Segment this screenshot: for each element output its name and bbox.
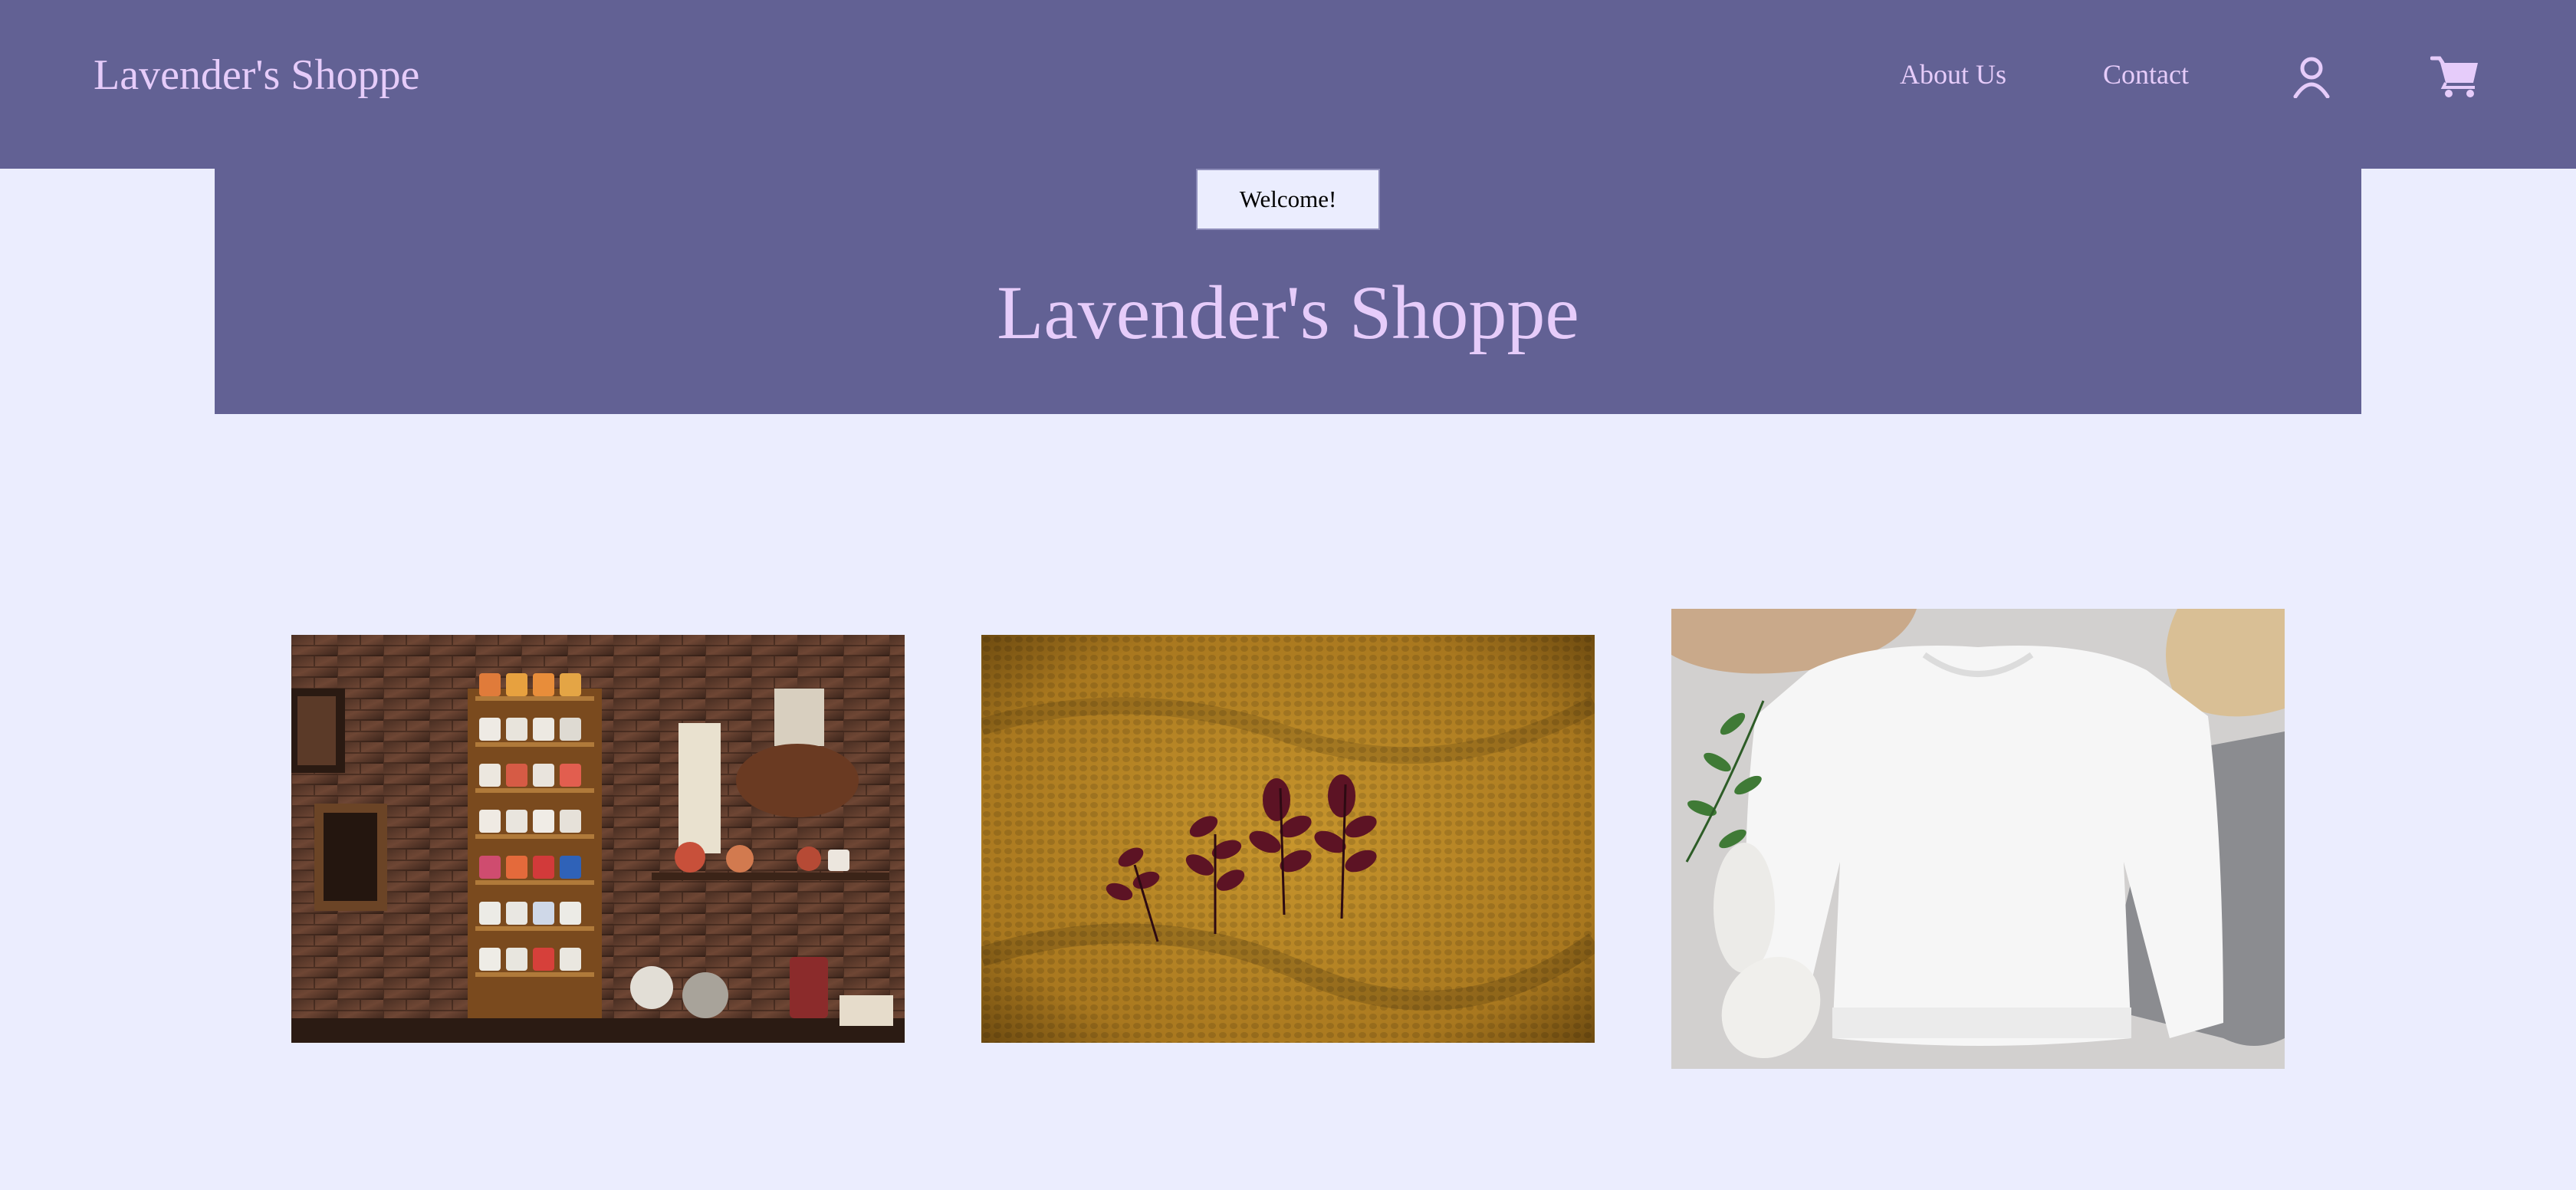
white-sweatshirt-flatlay-photo[interactable] [1671,609,2285,1069]
nav-about-us-link[interactable]: About Us [1900,55,2006,94]
hero-title: Lavender's Shoppe [997,270,1579,355]
brand-logo[interactable]: Lavender's Shoppe [94,44,419,106]
nav-contact-link[interactable]: Contact [2103,55,2189,94]
welcome-button[interactable]: Welcome! [1196,169,1380,230]
top-navbar: Lavender's Shoppe About Us Contact [0,0,2576,169]
knit-sweater-leaves-photo[interactable] [981,635,1595,1043]
user-icon[interactable] [2292,55,2331,99]
mug-shelf-photo[interactable] [291,635,905,1043]
cart-icon[interactable] [2430,54,2481,98]
hero-banner: Welcome! Lavender's Shoppe [215,169,2361,414]
